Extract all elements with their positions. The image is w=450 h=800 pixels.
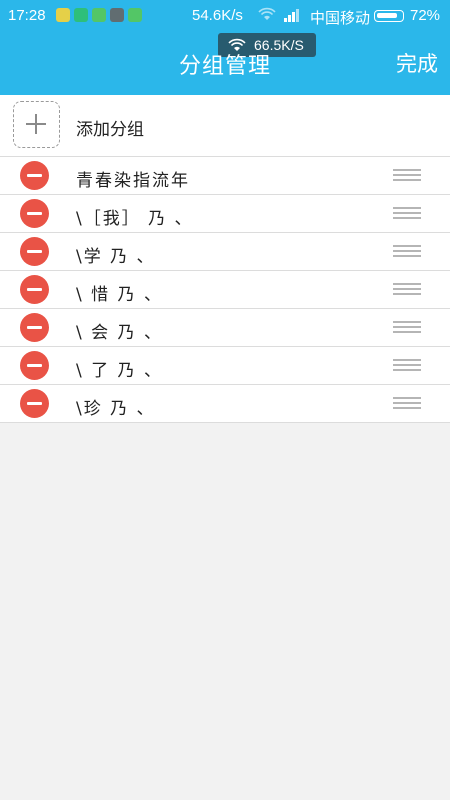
shield-notification-icon	[74, 8, 88, 22]
minus-circle-icon	[27, 326, 42, 329]
group-name: \珍 乃 、	[76, 399, 156, 419]
group-row: \ 了 乃 、	[0, 347, 450, 385]
app-notification-icon	[56, 8, 70, 22]
plus-icon	[26, 114, 46, 134]
add-group-label: 添加分组	[76, 120, 144, 140]
minus-circle-icon	[27, 288, 42, 291]
drag-handle-icon[interactable]	[393, 397, 421, 411]
group-list: 添加分组 青春染指流年 \［我］ 乃 、 \学 乃 、 \ 惜 乃 、 \ 会 …	[0, 95, 450, 423]
app-notification-icon	[110, 8, 124, 22]
drag-handle-icon[interactable]	[393, 207, 421, 221]
add-group-row[interactable]: 添加分组	[0, 95, 450, 157]
iqiyi-notification-icon	[128, 8, 142, 22]
minus-circle-icon	[27, 364, 42, 367]
group-name: \ 了 乃 、	[76, 361, 163, 381]
remove-group-button[interactable]	[20, 237, 49, 266]
group-row: \ 惜 乃 、	[0, 271, 450, 309]
drag-handle-icon[interactable]	[393, 283, 421, 297]
app-header: 17:28 54.6K/s 中国移动 72% 66.5K/S 分组管理 完成	[0, 0, 450, 95]
add-group-button[interactable]	[13, 101, 60, 148]
drag-handle-icon[interactable]	[393, 321, 421, 335]
battery-percent: 72%	[410, 7, 441, 24]
drag-handle-icon[interactable]	[393, 359, 421, 373]
network-speed: 54.6K/s	[192, 7, 243, 24]
drag-handle-icon[interactable]	[393, 245, 421, 259]
status-time: 17:28	[8, 7, 46, 24]
status-bar: 17:28 54.6K/s 中国移动 72%	[0, 0, 450, 32]
page-title: 分组管理	[178, 54, 271, 79]
minus-circle-icon	[27, 402, 42, 405]
remove-group-button[interactable]	[20, 161, 49, 190]
group-name: \ 惜 乃 、	[76, 285, 163, 305]
remove-group-button[interactable]	[20, 351, 49, 380]
done-button[interactable]: 完成	[396, 48, 438, 78]
remove-group-button[interactable]	[20, 389, 49, 418]
group-name: \学 乃 、	[76, 247, 156, 267]
group-row: \学 乃 、	[0, 233, 450, 271]
carrier-name: 中国移动	[310, 10, 371, 27]
group-row: \［我］ 乃 、	[0, 195, 450, 233]
group-row: \ 会 乃 、	[0, 309, 450, 347]
remove-group-button[interactable]	[20, 275, 49, 304]
wifi-icon	[258, 7, 276, 20]
drag-handle-icon[interactable]	[393, 169, 421, 183]
group-name: \ 会 乃 、	[76, 323, 163, 343]
iqiyi-notification-icon	[92, 8, 106, 22]
notification-icons	[56, 8, 142, 22]
group-row: 青春染指流年	[0, 157, 450, 195]
battery-icon	[374, 10, 404, 22]
remove-group-button[interactable]	[20, 313, 49, 342]
group-row: \珍 乃 、	[0, 385, 450, 423]
signal-icon	[284, 9, 299, 22]
group-name: \［我］ 乃 、	[76, 209, 194, 229]
remove-group-button[interactable]	[20, 199, 49, 228]
minus-circle-icon	[27, 250, 42, 253]
group-name: 青春染指流年	[76, 171, 190, 191]
minus-circle-icon	[27, 212, 42, 215]
minus-circle-icon	[27, 174, 42, 177]
